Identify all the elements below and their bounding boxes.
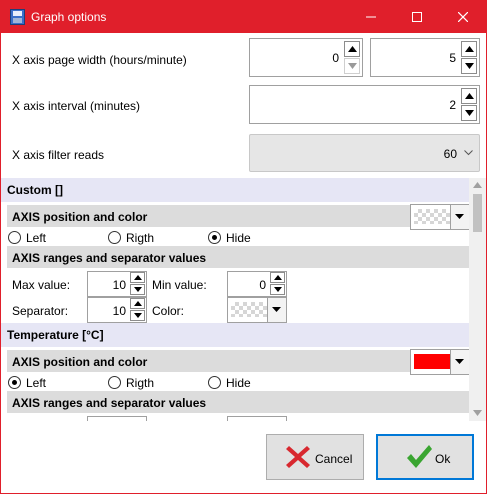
scroll-up-icon[interactable]	[473, 182, 482, 188]
chevron-down-icon	[455, 359, 464, 364]
page-width-hours-value[interactable]: 0	[332, 51, 339, 65]
radio-right-label[interactable]: Rigth	[126, 231, 154, 245]
filter-label: X axis filter reads	[12, 148, 105, 162]
interval-spinner[interactable]: 2	[249, 85, 480, 124]
section-title: Custom []	[7, 183, 63, 197]
spin-up-button[interactable]	[130, 298, 145, 309]
spin-up-button[interactable]	[270, 272, 285, 283]
spin-down-button[interactable]	[130, 310, 145, 321]
axis-color-picker[interactable]	[410, 204, 469, 230]
dialog-footer: Cancel Ok	[1, 421, 486, 493]
axis-position-header: AXIS position and color	[7, 205, 469, 227]
chevron-down-icon	[272, 307, 281, 312]
axis-ranges-title: AXIS ranges and separator values	[12, 251, 207, 265]
section-header-temperature: Temperature [°C]	[1, 323, 469, 347]
close-icon	[458, 12, 468, 22]
interval-label: X axis interval (minutes)	[12, 99, 141, 113]
title-bar[interactable]: Graph options	[1, 1, 486, 33]
dropdown-button[interactable]	[267, 298, 286, 322]
spin-up-button[interactable]	[344, 41, 360, 57]
radio-left-label[interactable]: Left	[26, 376, 46, 390]
window-title: Graph options	[31, 10, 107, 24]
spin-down-button[interactable]	[344, 58, 360, 74]
minimize-icon	[366, 16, 376, 18]
axis-settings-panel[interactable]: Custom [] AXIS position and color Left R…	[1, 178, 469, 453]
spin-down-button[interactable]	[270, 284, 285, 295]
filter-value: 60	[443, 147, 457, 161]
chevron-down-icon	[455, 214, 464, 219]
vertical-scrollbar[interactable]	[469, 178, 486, 421]
filter-dropdown[interactable]: 60	[249, 134, 480, 172]
axis-position-title: AXIS position and color	[12, 210, 148, 224]
dropdown-button[interactable]	[450, 205, 469, 229]
axis-position-title: AXIS position and color	[12, 355, 148, 369]
ok-button[interactable]: Ok	[376, 434, 474, 480]
page-width-minutes-value[interactable]: 5	[449, 51, 456, 65]
section-header-custom: Custom []	[1, 178, 469, 202]
radio-hide-label[interactable]: Hide	[226, 376, 251, 390]
min-value-label: Min value:	[152, 278, 207, 292]
max-value[interactable]: 10	[113, 278, 126, 292]
app-icon	[10, 9, 25, 25]
color-swatch	[414, 354, 450, 369]
axis-ranges-header: AXIS ranges and separator values	[7, 391, 469, 413]
page-width-hours-spinner[interactable]: 0	[249, 38, 363, 77]
spin-down-button[interactable]	[461, 105, 477, 121]
cancel-button[interactable]: Cancel	[266, 434, 364, 480]
checkmark-icon	[407, 445, 432, 468]
maximize-icon	[412, 12, 422, 22]
cancel-x-icon	[286, 446, 310, 468]
scroll-down-icon[interactable]	[473, 410, 482, 416]
dropdown-button[interactable]	[450, 350, 469, 374]
cancel-label: Cancel	[315, 452, 353, 466]
maximize-button[interactable]	[394, 1, 440, 33]
axis-position-header: AXIS position and color	[7, 350, 469, 372]
spin-down-button[interactable]	[130, 284, 145, 295]
axis-color-picker[interactable]	[410, 349, 469, 375]
page-width-minutes-spinner[interactable]: 5	[370, 38, 480, 77]
radio-left[interactable]	[8, 231, 21, 244]
interval-value[interactable]: 2	[449, 98, 456, 112]
spin-up-button[interactable]	[461, 41, 477, 57]
max-value-spinner[interactable]: 10	[87, 271, 147, 297]
separator-color-picker[interactable]	[227, 297, 287, 323]
ok-label: Ok	[435, 452, 451, 466]
max-value-label: Max value:	[12, 278, 71, 292]
min-value[interactable]: 0	[259, 278, 266, 292]
min-value-spinner[interactable]: 0	[227, 271, 287, 297]
radio-left-label[interactable]: Left	[26, 231, 46, 245]
separator-label: Separator:	[12, 304, 69, 318]
separator-spinner[interactable]: 10	[87, 297, 147, 323]
color-label: Color:	[152, 304, 185, 318]
radio-hide-label[interactable]: Hide	[226, 231, 251, 245]
page-width-label: X axis page width (hours/minute)	[12, 53, 187, 67]
graph-options-window: Graph options X axis page width (hours/m…	[0, 0, 487, 494]
minimize-button[interactable]	[348, 1, 394, 33]
radio-hide[interactable]	[208, 231, 221, 244]
scrollbar-thumb[interactable]	[473, 194, 482, 232]
radio-hide[interactable]	[208, 376, 221, 389]
radio-left[interactable]	[8, 376, 21, 389]
spin-up-button[interactable]	[461, 88, 477, 104]
spin-up-button[interactable]	[130, 272, 145, 283]
spin-down-button[interactable]	[461, 58, 477, 74]
section-title: Temperature [°C]	[7, 328, 104, 342]
close-button[interactable]	[440, 1, 486, 33]
color-swatch	[231, 302, 267, 317]
radio-right[interactable]	[108, 231, 121, 244]
radio-right-label[interactable]: Rigth	[126, 376, 154, 390]
axis-ranges-title: AXIS ranges and separator values	[12, 396, 207, 410]
chevron-down-icon	[464, 150, 473, 156]
separator-value[interactable]: 10	[113, 304, 126, 318]
axis-ranges-header: AXIS ranges and separator values	[7, 246, 469, 268]
color-swatch	[414, 209, 450, 224]
radio-right[interactable]	[108, 376, 121, 389]
